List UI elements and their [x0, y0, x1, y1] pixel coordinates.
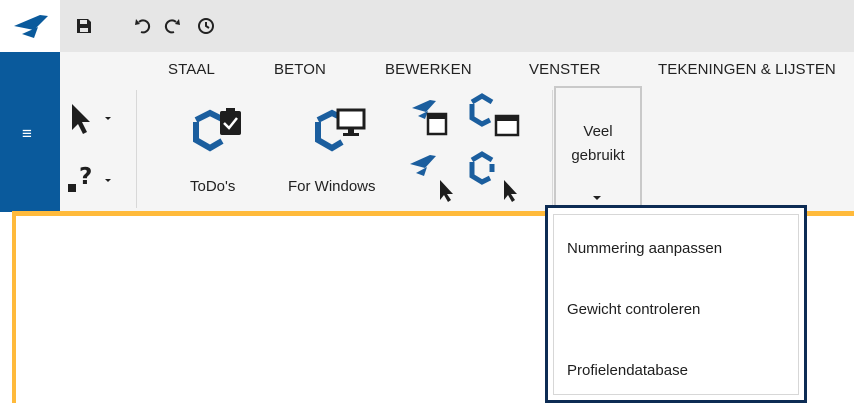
title-bar [0, 0, 854, 52]
redo-icon [164, 19, 180, 34]
undo-icon [135, 19, 151, 34]
app-logo-icon [14, 15, 48, 38]
veel-gebruikt-button[interactable]: Veel gebruikt [554, 86, 642, 212]
history-icon [198, 18, 214, 34]
help-tool-button[interactable]: ? [66, 160, 120, 200]
tekla-select-icon [469, 151, 517, 202]
ribbon-separator [552, 90, 553, 208]
undo-button[interactable] [131, 14, 155, 38]
tab-staal[interactable]: STAAL [168, 61, 215, 78]
tab-venster[interactable]: VENSTER [529, 61, 601, 78]
veel-gebruikt-label: Veel gebruikt [556, 120, 640, 168]
tab-beton[interactable]: BETON [274, 61, 326, 78]
app-window-icon [412, 100, 448, 136]
save-button[interactable] [72, 14, 96, 38]
svg-text:?: ? [79, 164, 92, 190]
tekla-window-button[interactable] [466, 92, 522, 138]
hamburger-menu-icon[interactable]: ≡ [22, 124, 32, 144]
menu-item-profielendatabase[interactable]: Profielendatabase [567, 362, 688, 379]
menu-item-nummering-aanpassen[interactable]: Nummering aanpassen [567, 240, 722, 257]
todos-label: ToDo's [190, 178, 236, 195]
ribbon-separator [136, 90, 137, 208]
dropdown-menu-list: Nummering aanpassen Gewicht controleren … [553, 214, 799, 395]
veel-gebruikt-label-line2: gebruikt [571, 147, 625, 164]
chevron-down-icon [593, 196, 601, 200]
help-icon: ? [68, 164, 111, 192]
app-window-button[interactable] [410, 96, 448, 140]
for-windows-label: For Windows [288, 178, 376, 195]
veel-gebruikt-label-line1: Veel [583, 123, 613, 140]
todos-button[interactable]: ToDo's [180, 106, 252, 206]
app-logo[interactable] [0, 0, 60, 52]
veel-gebruikt-dropdown: Nummering aanpassen Gewicht controleren … [545, 205, 807, 403]
tekla-window-icon [469, 93, 520, 137]
app-select-button[interactable] [408, 150, 458, 202]
redo-button[interactable] [160, 14, 184, 38]
main-menu-bar: ≡ [0, 52, 60, 212]
menu-item-gewicht-controleren[interactable]: Gewicht controleren [567, 301, 700, 318]
pointer-icon [72, 104, 111, 134]
for-windows-icon [315, 108, 366, 152]
tab-bewerken[interactable]: BEWERKEN [385, 61, 472, 78]
app-select-icon [410, 155, 453, 202]
workspace-border-left [12, 211, 16, 403]
for-windows-button[interactable]: For Windows [286, 106, 398, 206]
save-icon [77, 19, 91, 33]
select-tool-button[interactable] [66, 100, 120, 140]
todos-icon [193, 108, 241, 152]
tab-tekeningen-lijsten[interactable]: TEKENINGEN & LIJSTEN [658, 61, 836, 78]
history-button[interactable] [194, 14, 218, 38]
tekla-select-button[interactable] [466, 150, 522, 202]
